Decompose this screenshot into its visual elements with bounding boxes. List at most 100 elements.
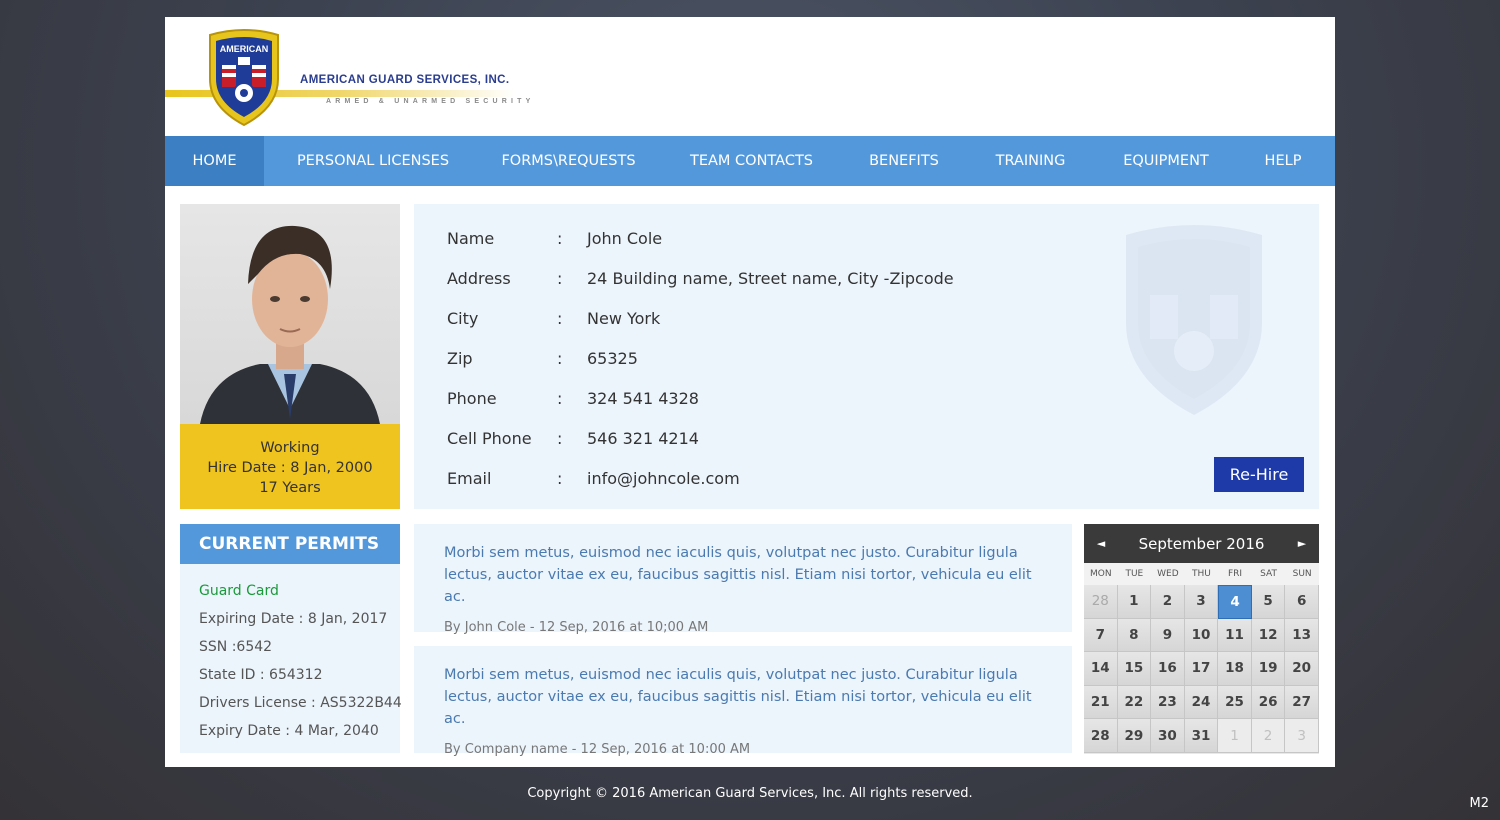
main-nav: HOME PERSONAL LICENSES FORMS\REQUESTS TE…	[165, 136, 1335, 186]
info-value-name: John Cole	[587, 228, 663, 248]
info-value-city: New York	[587, 308, 661, 328]
calendar-day[interactable]: 13	[1285, 618, 1319, 653]
calendar-day[interactable]: 3	[1184, 585, 1219, 619]
calendar-day[interactable]: 2	[1151, 585, 1185, 619]
calendar-day-selected[interactable]: 4	[1218, 585, 1252, 619]
info-label: City	[447, 308, 479, 328]
info-row-phone: Phone : 324 541 4328	[447, 386, 699, 410]
calendar-day[interactable]: 11	[1218, 618, 1252, 653]
footer-copyright: Copyright © 2016 American Guard Services…	[527, 786, 973, 801]
calendar-day[interactable]: 19	[1251, 652, 1286, 686]
post-text[interactable]: Morbi sem metus, euismod nec iaculis qui…	[444, 542, 1052, 608]
weekday-label: SAT	[1260, 569, 1278, 579]
permit-expiring-date: Expiring Date : 8 Jan, 2017	[199, 611, 388, 627]
nav-benefits[interactable]: BENEFITS	[848, 136, 960, 186]
weekday-label: MON	[1089, 569, 1112, 579]
tenure: 17 Years	[259, 480, 321, 496]
permits-title: CURRENT PERMITS	[180, 524, 400, 564]
calendar-day[interactable]: 28	[1084, 585, 1118, 619]
weekday-label: FRI	[1227, 569, 1243, 579]
calendar-prev-icon[interactable]: ◄	[1094, 537, 1108, 550]
calendar-day[interactable]: 14	[1084, 652, 1118, 686]
news-post: Morbi sem metus, euismod nec iaculis qui…	[414, 646, 1072, 757]
calendar-day[interactable]: 21	[1084, 685, 1118, 720]
calendar-day[interactable]: 10	[1184, 618, 1219, 653]
info-colon: :	[557, 388, 563, 408]
calendar-day[interactable]: 30	[1151, 719, 1185, 753]
nav-home[interactable]: HOME	[165, 136, 264, 186]
permit-expiry-date: Expiry Date : 4 Mar, 2040	[199, 723, 379, 739]
info-value-phone: 324 541 4328	[587, 388, 699, 408]
info-label: Phone	[447, 388, 497, 408]
calendar-day[interactable]: 1	[1218, 719, 1252, 753]
calendar-day[interactable]: 7	[1084, 618, 1118, 653]
calendar-day[interactable]: 29	[1117, 719, 1152, 753]
profile-info-panel: Name : John Cole Address : 24 Building n…	[414, 204, 1319, 509]
calendar-day[interactable]: 8	[1117, 618, 1152, 653]
calendar-day[interactable]: 9	[1151, 618, 1185, 653]
permit-ssn: SSN :6542	[199, 639, 273, 655]
permits-list: Guard Card Expiring Date : 8 Jan, 2017 S…	[180, 564, 402, 753]
shield-watermark-icon	[1126, 225, 1262, 415]
calendar-day[interactable]: 24	[1184, 685, 1219, 720]
news-post: Morbi sem metus, euismod nec iaculis qui…	[414, 524, 1072, 635]
info-label: Email	[447, 468, 492, 488]
nav-forms-requests[interactable]: FORMS\REQUESTS	[482, 136, 655, 186]
calendar-widget: ◄ September 2016 ► MON TUE WED THU FRI S…	[1084, 524, 1319, 754]
info-value-email[interactable]: info@johncole.com	[587, 469, 740, 488]
nav-team-contacts[interactable]: TEAM CONTACTS	[655, 136, 848, 186]
header: AMERICAN AMERICAN GUARD SERVICES, INC. A…	[165, 17, 1335, 136]
employment-status: Working	[260, 440, 320, 456]
calendar-day[interactable]: 2	[1251, 719, 1286, 753]
info-colon: :	[557, 348, 563, 368]
nav-personal-licenses[interactable]: PERSONAL LICENSES	[264, 136, 482, 186]
info-colon: :	[557, 428, 563, 448]
calendar-day[interactable]: 26	[1251, 685, 1286, 720]
info-label: Zip	[447, 348, 473, 368]
corner-badge: M2	[1469, 796, 1490, 811]
nav-training[interactable]: TRAINING	[960, 136, 1101, 186]
logo-shield-text: AMERICAN	[220, 44, 269, 54]
calendar-weekdays: MON TUE WED THU FRI SAT SUN	[1084, 563, 1319, 585]
calendar-day[interactable]: 5	[1251, 585, 1286, 619]
calendar-day[interactable]: 22	[1117, 685, 1152, 720]
calendar-day[interactable]: 16	[1151, 652, 1185, 686]
calendar-day[interactable]: 1	[1117, 585, 1152, 619]
calendar-day[interactable]: 23	[1151, 685, 1185, 720]
weekday-label: THU	[1192, 569, 1211, 579]
post-meta: By Company name - 12 Sep, 2016 at 10:00 …	[444, 742, 751, 757]
calendar-day[interactable]: 31	[1184, 719, 1219, 753]
info-row-city: City : New York	[447, 306, 660, 330]
company-name: AMERICAN GUARD SERVICES, INC.	[300, 74, 510, 86]
info-colon: :	[557, 228, 563, 248]
company-shield-logo[interactable]: AMERICAN	[202, 27, 286, 127]
calendar-day[interactable]: 18	[1218, 652, 1252, 686]
calendar-day[interactable]: 20	[1285, 652, 1319, 686]
calendar-day[interactable]: 6	[1285, 585, 1319, 619]
profile-photo	[180, 204, 400, 424]
calendar-days-grid: 28 1 2 3 4 5 6 7 8 9 10 11 12 13 14 15 16 17 18 19 20 21 22 23 2…	[1084, 585, 1319, 753]
calendar-day[interactable]: 28	[1084, 719, 1118, 753]
calendar-day[interactable]: 15	[1117, 652, 1152, 686]
calendar-day[interactable]: 25	[1218, 685, 1252, 720]
nav-help[interactable]: HELP	[1231, 136, 1335, 186]
calendar-day[interactable]: 27	[1285, 685, 1319, 720]
info-row-name: Name : John Cole	[447, 226, 662, 250]
calendar-next-icon[interactable]: ►	[1295, 537, 1309, 550]
info-row-cell-phone: Cell Phone : 546 321 4214	[447, 426, 699, 450]
info-label: Cell Phone	[447, 428, 532, 448]
info-colon: :	[557, 468, 563, 488]
calendar-day[interactable]: 3	[1285, 719, 1319, 753]
permit-guard-card-link[interactable]: Guard Card	[199, 577, 400, 605]
calendar-day[interactable]: 17	[1184, 652, 1219, 686]
rehire-button[interactable]: Re-Hire	[1214, 457, 1304, 492]
calendar-day[interactable]: 12	[1251, 618, 1286, 653]
nav-equipment[interactable]: EQUIPMENT	[1101, 136, 1231, 186]
calendar-header: ◄ September 2016 ►	[1084, 524, 1319, 563]
post-text[interactable]: Morbi sem metus, euismod nec iaculis qui…	[444, 664, 1052, 730]
info-value-zip: 65325	[587, 348, 638, 368]
profile-photo-image	[200, 225, 380, 424]
info-colon: :	[557, 268, 563, 288]
info-value-address: 24 Building name, Street name, City -Zip…	[587, 268, 954, 288]
weekday-label: SUN	[1292, 569, 1312, 579]
